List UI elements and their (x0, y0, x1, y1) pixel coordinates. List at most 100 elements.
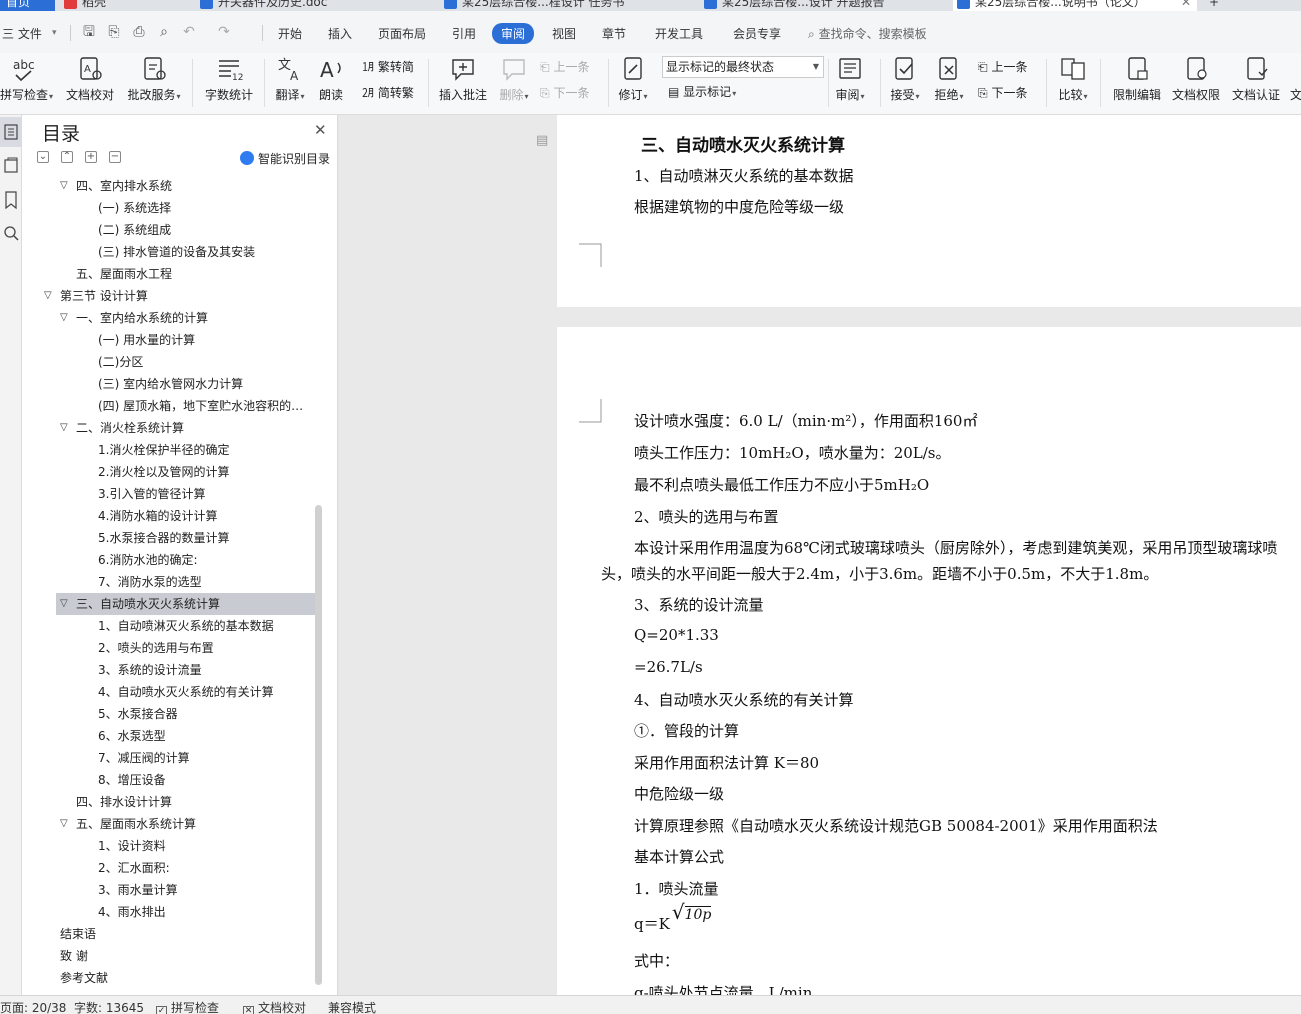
toc-item[interactable]: (四) 屋顶水箱，地下室贮水池容积的… (22, 395, 315, 417)
spellcheck-toggle[interactable]: ✓ 拼写检查 (156, 999, 219, 1014)
toc-item[interactable]: (一) 系统选择 (22, 197, 315, 219)
read-aloud-button[interactable]: A 朗读 (314, 53, 348, 113)
add-heading-icon[interactable]: + (85, 151, 97, 163)
toc-item[interactable]: 6、水泵选型 (22, 725, 315, 747)
annotation-service-button[interactable]: 批改服务▾ (124, 53, 184, 113)
toc-item[interactable]: 3.引入管的管径计算 (22, 483, 315, 505)
print-preview-icon[interactable]: ⌕ (155, 23, 173, 41)
toc-item[interactable]: (二)分区 (22, 351, 315, 373)
undo-icon[interactable]: ↶ (180, 23, 198, 41)
document-permissions-button[interactable]: 文档权限 (1168, 53, 1224, 113)
next-change-button[interactable]: ⎘ 下一条 (978, 84, 1027, 101)
tab-document[interactable]: 开关器件及历史.doc (196, 0, 376, 11)
review-pane-button[interactable]: 审阅▾ (832, 53, 868, 113)
toc-item[interactable]: ▽ 四、室内排水系统 (22, 175, 315, 197)
document-certify-button[interactable]: 文档认证 (1228, 53, 1284, 113)
tab-docer[interactable]: 稻壳 (60, 0, 170, 11)
menu-tab-home[interactable]: 开始 (278, 25, 302, 42)
reject-change-button[interactable]: 拒绝▾ (930, 53, 968, 113)
toc-item[interactable]: (一) 用水量的计算 (22, 329, 315, 351)
new-tab-button[interactable]: + (1205, 0, 1225, 11)
chevron-down-icon[interactable]: ▽ (60, 307, 68, 329)
menu-tab-developer[interactable]: 开发工具 (655, 25, 703, 42)
page-layout-icon[interactable]: ▤ (536, 133, 548, 148)
accept-change-button[interactable]: 接受▾ (886, 53, 924, 113)
collapse-all-icon[interactable]: ⌄ (37, 151, 49, 163)
file-menu[interactable]: 三 文件 (2, 25, 42, 42)
word-count-button[interactable]: 123 字数统计 (202, 53, 256, 113)
menu-tab-review[interactable]: 审阅 (492, 23, 535, 44)
page-indicator[interactable]: 页面: 20/38 (0, 999, 66, 1014)
next-comment-button[interactable]: ⎘ 下一条 (540, 84, 589, 101)
save-icon[interactable]: 🖫 (80, 23, 98, 41)
toc-item[interactable]: 参考文献 (22, 967, 315, 989)
chevron-down-icon[interactable]: ▽ (60, 417, 68, 439)
bookmark-panel-button[interactable] (0, 185, 22, 215)
toc-item[interactable]: 四、排水设计计算 (22, 791, 315, 813)
toc-item[interactable]: 2、汇水面积: (22, 857, 315, 879)
toc-panel-button[interactable] (0, 117, 22, 147)
tab-document[interactable]: 某25层综合楼...程设计 任务书 (440, 0, 640, 11)
export-pdf-icon[interactable]: ⎘ (105, 23, 123, 41)
toc-item[interactable]: ▽ 一、室内给水系统的计算 (22, 307, 315, 329)
markup-display-select[interactable]: 显示标记的最终状态 ▼ (662, 56, 824, 78)
find-panel-button[interactable] (0, 219, 22, 249)
toc-item[interactable]: ▽ 第三节 设计计算 (22, 285, 315, 307)
toc-item[interactable]: 6.消防水池的确定: (22, 549, 315, 571)
toc-item[interactable]: 结束语 (22, 923, 315, 945)
spellcheck-button[interactable]: abc 拼写检查▾ (0, 53, 53, 113)
tab-document[interactable]: 某25层综合楼...设计 开题报告 (700, 0, 910, 11)
chapter-panel-button[interactable] (0, 151, 22, 181)
track-changes-button[interactable]: 修订▾ (614, 53, 652, 113)
close-icon[interactable]: ✕ (1181, 0, 1191, 11)
menu-tab-references[interactable]: 引用 (452, 25, 476, 42)
toc-item[interactable]: 3、雨水量计算 (22, 879, 315, 901)
toc-item[interactable]: 3、系统的设计流量 (22, 659, 315, 681)
close-icon[interactable]: ✕ (314, 121, 327, 139)
chevron-down-icon[interactable]: ▽ (60, 175, 68, 197)
command-search[interactable]: ⌕ 查找命令、搜索模板 (808, 25, 927, 42)
toc-item[interactable]: ▽ 二、消火栓系统计算 (22, 417, 315, 439)
ribbon-more-button[interactable]: 文 (1290, 53, 1301, 113)
print-icon[interactable]: ⎙ (130, 23, 148, 41)
toc-item[interactable]: 致 谢 (22, 945, 315, 967)
delete-comment-button[interactable]: 删除▾ (496, 53, 532, 113)
menu-tab-layout[interactable]: 页面布局 (378, 25, 426, 42)
menu-tab-insert[interactable]: 插入 (328, 25, 352, 42)
toc-item[interactable]: 五、屋面雨水工程 (22, 263, 315, 285)
toc-item[interactable]: 4、雨水排出 (22, 901, 315, 923)
chevron-down-icon[interactable]: ▾ (52, 28, 57, 38)
chevron-down-icon[interactable]: ▽ (44, 285, 52, 307)
redo-icon[interactable]: ↷ (215, 23, 233, 41)
remove-heading-icon[interactable]: − (109, 151, 121, 163)
toc-item[interactable]: (三) 室内给水管网水力计算 (22, 373, 315, 395)
toc-item[interactable]: 5.水泵接合器的数量计算 (22, 527, 315, 549)
chevron-down-icon[interactable]: ▽ (60, 813, 68, 835)
toc-item[interactable]: ▽ 五、屋面雨水系统计算 (22, 813, 315, 835)
menu-tab-member[interactable]: 会员专享 (733, 25, 781, 42)
nav-scrollbar[interactable] (315, 505, 322, 985)
previous-change-button[interactable]: ⎗ 上一条 (978, 58, 1027, 75)
previous-comment-button[interactable]: ⎗ 上一条 (540, 58, 589, 75)
menu-tab-view[interactable]: 视图 (552, 25, 576, 42)
toc-item[interactable]: 1、自动喷淋灭火系统的基本数据 (22, 615, 315, 637)
expand-up-icon[interactable]: ⌃ (61, 151, 73, 163)
word-count[interactable]: 字数: 13645 (74, 999, 144, 1014)
toc-item[interactable]: 7、消防水泵的选型 (22, 571, 315, 593)
toc-item[interactable]: 2、喷头的选用与布置 (22, 637, 315, 659)
tab-document-active[interactable]: 某25层综合楼...说明书（论文） ✕ (953, 0, 1197, 11)
proofread-toggle[interactable]: ✕ 文档校对 (243, 999, 306, 1014)
toc-item[interactable]: 8、增压设备 (22, 769, 315, 791)
toc-item[interactable]: (二) 系统组成 (22, 219, 315, 241)
chevron-down-icon[interactable]: ▽ (60, 593, 68, 615)
toc-item[interactable]: 5、水泵接合器 (22, 703, 315, 725)
restrict-editing-button[interactable]: 限制编辑 (1110, 53, 1164, 113)
traditional-to-simplified-button[interactable]: ㋀ 繁转简 (362, 58, 414, 75)
toc-item[interactable]: 1、设计资料 (22, 835, 315, 857)
simplified-to-traditional-button[interactable]: ㋁ 简转繁 (362, 84, 414, 101)
menu-tab-chapter[interactable]: 章节 (602, 25, 626, 42)
tab-home[interactable]: 首页 (0, 0, 55, 11)
toc-item[interactable]: 7、减压阀的计算 (22, 747, 315, 769)
toc-item[interactable]: (三) 排水管道的设备及其安装 (22, 241, 315, 263)
toc-item[interactable]: 4.消防水箱的设计计算 (22, 505, 315, 527)
